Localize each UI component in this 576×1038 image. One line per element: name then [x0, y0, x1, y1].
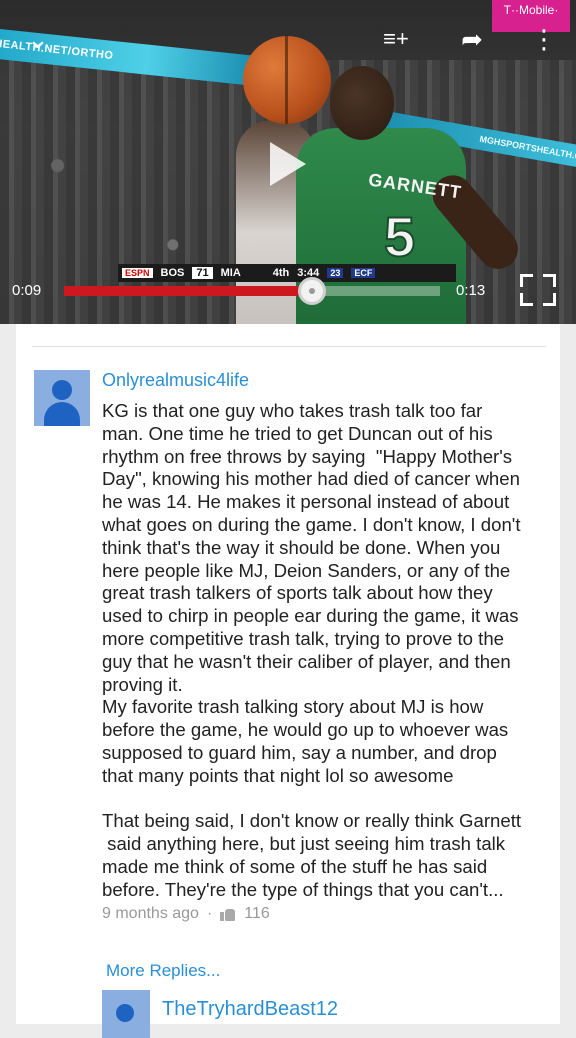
- avatar[interactable]: [34, 370, 90, 426]
- scoreboard-team1: BOS: [160, 267, 185, 279]
- scoreboard-team2: MIA: [220, 267, 241, 279]
- video-player[interactable]: HEALTH.NET/ORTHO MGHSPORTSHEALTH.ORG T··…: [0, 0, 576, 324]
- scoreboard-network: ESPN: [122, 268, 153, 278]
- time-current: 0:09: [12, 282, 42, 299]
- time-total: 0:13: [456, 282, 486, 299]
- comment-time: 9 months ago: [102, 905, 199, 922]
- like-count: 116: [244, 905, 270, 922]
- fullscreen-icon[interactable]: [520, 274, 556, 306]
- scoreboard-period: 4th: [272, 267, 290, 279]
- progress-fill: [64, 286, 313, 296]
- scoreboard: ESPN BOS 71 MIA 4th 3:44 23 ECF: [118, 264, 456, 282]
- scoreboard-shot-clock: 23: [327, 268, 344, 278]
- playlist-add-icon[interactable]: ≡+: [380, 26, 412, 52]
- comment-author[interactable]: Onlyrealmusic4life: [102, 370, 249, 391]
- chevron-down-icon[interactable]: ⌄: [22, 26, 54, 52]
- play-icon[interactable]: [270, 142, 306, 186]
- more-vert-icon[interactable]: ⋮: [528, 26, 560, 52]
- basketball: [243, 36, 331, 124]
- comments-panel: Onlyrealmusic4life KG is that one guy wh…: [16, 324, 560, 1038]
- progress-bar[interactable]: [64, 277, 440, 305]
- share-icon[interactable]: ➦: [456, 26, 488, 52]
- comment-text: KG is that one guy who takes trash talk …: [102, 400, 522, 900]
- more-replies-link[interactable]: More Replies...: [106, 961, 220, 981]
- scoreboard-score1: 71: [192, 267, 213, 279]
- jersey-number: 5: [383, 204, 416, 269]
- reply-avatar[interactable]: [102, 990, 150, 1038]
- comment-meta: 9 months ago · 116: [102, 905, 270, 923]
- scoreboard-tag: ECF: [351, 268, 376, 278]
- video-player-head: [330, 66, 394, 140]
- progress-thumb[interactable]: [298, 277, 327, 305]
- divider: [32, 346, 546, 347]
- meta-separator: ·: [206, 905, 213, 922]
- thumbs-up-icon[interactable]: [220, 907, 236, 921]
- reply-author[interactable]: TheTryhardBeast12: [162, 998, 338, 1021]
